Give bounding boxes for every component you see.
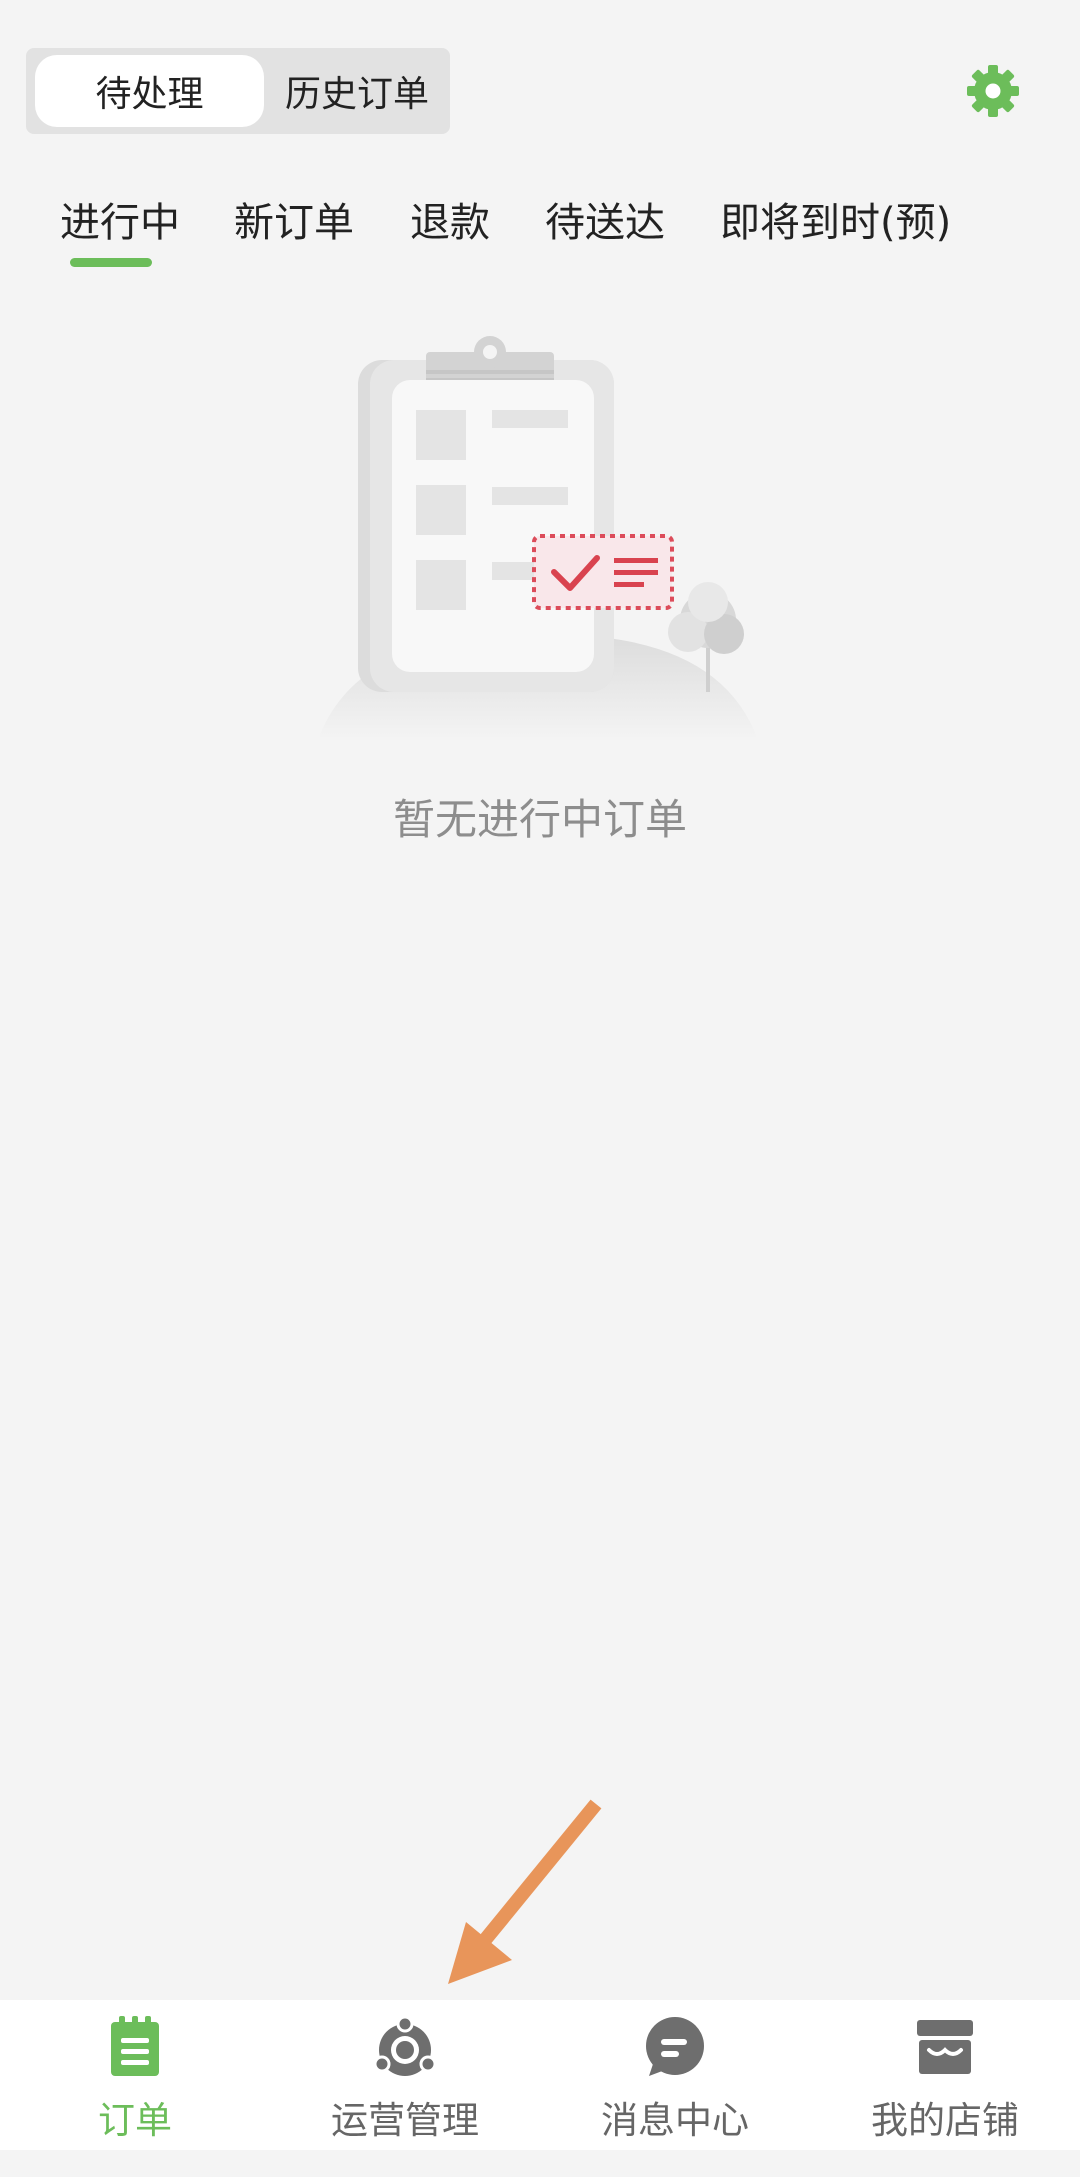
tab-pending-delivery[interactable]: 待送达	[545, 190, 665, 248]
nav-label-my-store: 我的店铺	[871, 2099, 1019, 2142]
bottom-navigation-bar: 订单 运营管理 消息中心 我的店铺	[0, 2000, 1080, 2150]
tab-refund[interactable]: 退款	[410, 190, 490, 248]
operations-icon	[375, 2016, 435, 2076]
tab-new-orders[interactable]: 新订单	[234, 190, 354, 248]
segment-history-orders[interactable]: 历史订单	[266, 55, 448, 127]
bottom-safe-area	[0, 2150, 1080, 2177]
nav-label-messages: 消息中心	[601, 2099, 749, 2142]
clipboard-empty-illustration	[318, 336, 758, 740]
nav-item-my-store[interactable]: 我的店铺	[810, 2000, 1080, 2150]
orders-page: 待处理 历史订单 进行中 新订单 退款 待送达 即将到时(预) 暂无进行中订单 …	[0, 0, 1080, 2177]
store-icon	[917, 2020, 973, 2074]
tab-due-soon-preorder[interactable]: 即将到时(预)	[720, 190, 951, 248]
segment-pending[interactable]: 待处理	[35, 55, 264, 127]
nav-label-operations: 运营管理	[331, 2099, 479, 2142]
nav-item-orders[interactable]: 订单	[0, 2000, 270, 2150]
tab-in-progress[interactable]: 进行中	[60, 190, 180, 248]
empty-state-message: 暂无进行中订单	[392, 795, 687, 844]
gear-icon[interactable]	[966, 64, 1020, 118]
message-icon	[646, 2017, 704, 2076]
active-tab-indicator	[70, 258, 152, 267]
order-filter-tabs: 进行中 新订单 退款 待送达 即将到时(预)	[0, 190, 1080, 280]
nav-item-operations[interactable]: 运营管理	[270, 2000, 540, 2150]
nav-item-messages[interactable]: 消息中心	[540, 2000, 810, 2150]
order-status-segmented-control: 待处理 历史订单	[26, 48, 450, 134]
annotation-arrow	[448, 1799, 602, 1984]
nav-label-orders: 订单	[98, 2099, 172, 2142]
order-icon	[111, 2016, 159, 2076]
